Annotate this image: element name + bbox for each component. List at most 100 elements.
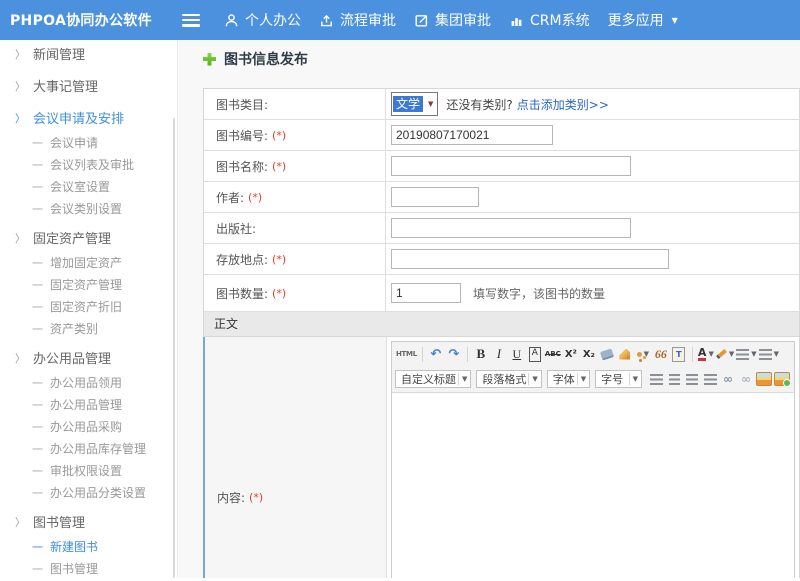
field-label: 作者: <box>216 189 244 206</box>
eraser-icon <box>600 348 614 360</box>
blockquote-button[interactable]: 66 <box>653 345 669 363</box>
sidebar-item-book-management[interactable]: 〉 图书管理 <box>0 512 177 536</box>
eraser-button[interactable] <box>599 345 615 363</box>
sidebar-item-approval-permission[interactable]: 一审批权限设置 <box>0 460 177 482</box>
align-justify-button[interactable] <box>702 370 718 388</box>
sidebar-item-meeting-management[interactable]: 〉 会议申请及安排 <box>0 108 177 132</box>
category-select[interactable]: 文学 ▼ <box>391 92 438 116</box>
sidebar-item-book-manage[interactable]: 一图书管理 <box>0 558 177 580</box>
sidebar-group-news: 〉 新闻管理 <box>0 44 177 68</box>
italic-button[interactable]: I <box>491 345 507 363</box>
field-label: 存放地点: <box>216 251 268 268</box>
chevron-right-icon: 〉 <box>15 227 25 253</box>
dash-icon: 一 <box>32 541 43 554</box>
toolbar-separator <box>692 347 693 362</box>
format-brush-button[interactable] <box>617 345 633 363</box>
sidebar-item-meeting-list[interactable]: 一会议列表及审批 <box>0 154 177 176</box>
item-label: 增加固定资产 <box>50 256 122 270</box>
font-size-select[interactable]: 字号▼ <box>595 370 642 388</box>
quantity-hint: 填写数字，该图书的数量 <box>473 285 605 302</box>
sidebar-item-asset-management[interactable]: 〉 固定资产管理 <box>0 228 177 252</box>
unordered-list-button[interactable]: ▼ <box>759 345 779 363</box>
dash-icon: 一 <box>32 159 43 172</box>
author-input[interactable] <box>391 187 479 207</box>
dash-icon: 一 <box>32 465 43 478</box>
sidebar-scrollbar[interactable] <box>173 118 175 578</box>
sidebar-item-meeting-room[interactable]: 一会议室设置 <box>0 176 177 198</box>
sidebar-item-milestone-management[interactable]: 〉 大事记管理 <box>0 76 177 100</box>
sidebar-item-book-new[interactable]: 一新建图书 <box>0 536 177 558</box>
publisher-input[interactable] <box>391 218 631 238</box>
select-label: 字号 <box>601 371 623 387</box>
book-name-input[interactable] <box>391 156 631 176</box>
nav-more-apps[interactable]: 更多应用 ▼ <box>608 10 678 30</box>
sidebar-item-supplies-classification[interactable]: 一办公用品分类设置 <box>0 482 177 504</box>
template-paste-button[interactable]: T <box>671 345 687 363</box>
hamburger-menu-icon[interactable] <box>182 14 200 27</box>
location-input[interactable] <box>391 249 669 269</box>
align-center-button[interactable] <box>666 370 682 388</box>
nav-crm-system[interactable]: CRM系统 <box>509 10 590 30</box>
strikethrough-button[interactable]: ABC <box>545 345 561 363</box>
underline-button[interactable]: U <box>509 345 525 363</box>
paragraph-format-select[interactable]: 段落格式▼ <box>476 370 541 388</box>
align-right-button[interactable] <box>684 370 700 388</box>
sidebar-item-asset-manage[interactable]: 一固定资产管理 <box>0 274 177 296</box>
add-category-link[interactable]: 点击添加类别>> <box>517 96 609 113</box>
redo-button[interactable]: ↷ <box>446 345 462 363</box>
remove-link-button[interactable]: ∞ <box>738 370 754 388</box>
topbar: PHPOA协同办公软件 个人办公 流程审批 集团审批 CRM系统 更多应用 ▼ <box>0 0 800 40</box>
editor-cell: HTML ↶ ↷ B I U A ABC X² X₂ ▼ <box>387 337 799 578</box>
border-text-button[interactable]: A <box>529 347 541 362</box>
book-no-input[interactable] <box>391 125 553 145</box>
sidebar-item-supplies-claim[interactable]: 一办公用品领用 <box>0 372 177 394</box>
dash-icon: 一 <box>32 279 43 292</box>
spray-icon <box>637 352 642 357</box>
sidebar-item-supplies-management[interactable]: 〉 办公用品管理 <box>0 348 177 372</box>
highlight-button[interactable]: ▼ <box>716 345 734 363</box>
caret-down-icon: ▼ <box>774 350 779 358</box>
nav-group-approval[interactable]: 集团审批 <box>414 10 491 30</box>
sidebar-group-meetings: 〉 会议申请及安排 一会议申请 一会议列表及审批 一会议室设置 一会议类别设置 <box>0 108 177 220</box>
page-title: 图书信息发布 <box>203 49 308 69</box>
sidebar-item-asset-category[interactable]: 一资产类别 <box>0 318 177 340</box>
insert-link-button[interactable]: ∞ <box>720 370 736 388</box>
font-family-select[interactable]: 字体▼ <box>547 370 590 388</box>
align-left-button[interactable] <box>648 370 664 388</box>
select-arrow-icon: ▼ <box>428 100 433 108</box>
subscript-button[interactable]: X₂ <box>581 345 597 363</box>
sidebar-item-meeting-category[interactable]: 一会议类别设置 <box>0 198 177 220</box>
item-label: 办公用品领用 <box>50 376 122 390</box>
upload-image-button[interactable] <box>774 370 790 388</box>
source-code-button[interactable]: HTML <box>396 345 417 363</box>
sidebar-item-news-management[interactable]: 〉 新闻管理 <box>0 44 177 68</box>
person-icon <box>224 13 239 28</box>
chevron-right-icon: 〉 <box>15 511 25 537</box>
spray-paint-button[interactable]: ▼ <box>635 345 651 363</box>
dash-icon: 一 <box>32 323 43 336</box>
select-label: 段落格式 <box>482 371 526 387</box>
superscript-button[interactable]: X² <box>563 345 579 363</box>
item-label: 会议类别设置 <box>50 202 122 216</box>
sidebar-item-meeting-apply[interactable]: 一会议申请 <box>0 132 177 154</box>
sidebar-item-asset-depreciation[interactable]: 一固定资产折旧 <box>0 296 177 318</box>
sidebar-item-supplies-inventory[interactable]: 一办公用品库存管理 <box>0 438 177 460</box>
undo-button[interactable]: ↶ <box>428 345 444 363</box>
font-color-button[interactable]: A▼ <box>698 345 714 363</box>
nav-personal-office[interactable]: 个人办公 <box>224 10 301 30</box>
nav-workflow-approval[interactable]: 流程审批 <box>319 10 396 30</box>
select-label: 自定义标题 <box>401 371 456 387</box>
quantity-input[interactable] <box>391 283 461 303</box>
caret-down-icon: ▼ <box>708 350 713 358</box>
ordered-list-button[interactable]: ▼ <box>736 345 756 363</box>
dash-icon: 一 <box>32 399 43 412</box>
sidebar-item-supplies-purchase[interactable]: 一办公用品采购 <box>0 416 177 438</box>
bold-button[interactable]: B <box>473 345 489 363</box>
item-label: 会议列表及审批 <box>50 158 134 172</box>
nav-label: CRM系统 <box>530 10 590 30</box>
custom-title-select[interactable]: 自定义标题▼ <box>395 370 471 388</box>
editor-content-area[interactable] <box>392 393 794 578</box>
sidebar-item-supplies-manage[interactable]: 一办公用品管理 <box>0 394 177 416</box>
insert-image-button[interactable] <box>756 370 772 388</box>
sidebar-item-asset-add[interactable]: 一增加固定资产 <box>0 252 177 274</box>
